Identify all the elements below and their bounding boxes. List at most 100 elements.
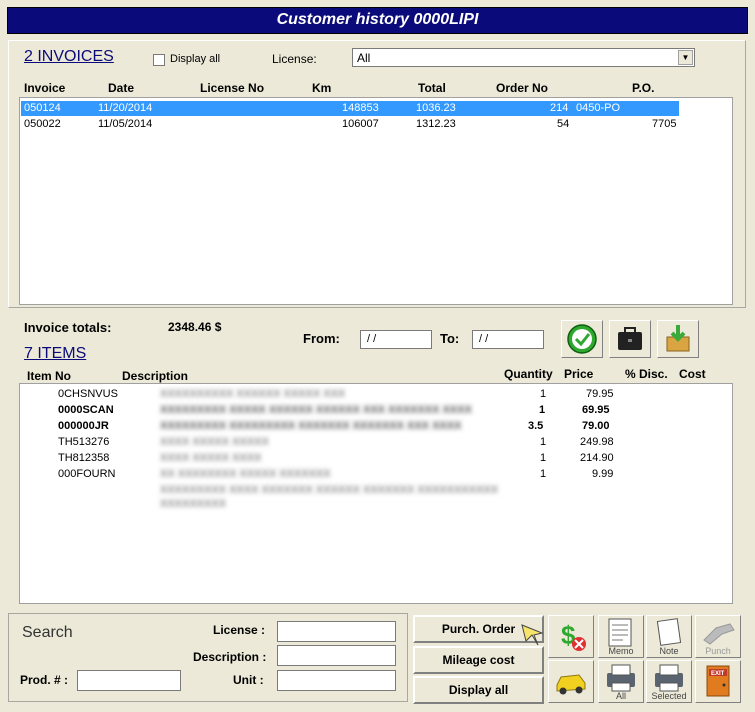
description-search-input[interactable] — [277, 645, 396, 666]
col-description[interactable]: Description — [122, 369, 188, 383]
item-row[interactable]: 0CHSNVUS XXXXXXXXXX XXXXXX XXXXX XXX 1 7… — [20, 387, 720, 403]
item-price: 249.98 — [580, 436, 614, 448]
item-price: 9.99 — [592, 468, 614, 480]
invoice-po: 7705 — [652, 118, 677, 130]
selected-label: Selected — [651, 691, 687, 701]
col-item-no[interactable]: Item No — [27, 369, 71, 383]
mileage-cost-button[interactable]: Mileage cost — [413, 646, 544, 674]
chevron-down-icon[interactable]: ▼ — [678, 50, 693, 65]
from-label: From: — [303, 331, 340, 346]
svg-text:EXIT: EXIT — [711, 671, 725, 677]
license-label: License: — [272, 52, 317, 66]
item-number: 000FOURN — [58, 468, 116, 480]
invoice-row[interactable]: 050022 11/05/2014 106007 1312.23 54 7705 — [21, 117, 679, 132]
item-description: XXXXXXXXX XXXXX XXXXXX XXXXXX XXX XXXXXX… — [160, 404, 472, 416]
invoice-list[interactable]: 050124 11/20/2014 148853 1036.23 214 045… — [19, 97, 733, 305]
item-quantity: 3.5 — [528, 420, 544, 432]
invoice-total: 1036.23 — [416, 102, 456, 114]
prod-search-input[interactable] — [77, 670, 181, 691]
to-label: To: — [440, 331, 460, 346]
exit-button[interactable]: EXIT — [695, 660, 741, 703]
import-button[interactable] — [657, 320, 699, 358]
invoice-number: 050124 — [24, 102, 61, 114]
display-all-checkbox[interactable] — [153, 54, 165, 66]
col-discount[interactable]: % Disc. — [625, 367, 668, 381]
license-select[interactable]: All ▼ — [352, 48, 695, 67]
invoice-totals-label: Invoice totals: — [24, 320, 112, 335]
item-row[interactable]: 000FOURN XX XXXXXXXX XXXXX XXXXXXX 1 9.9… — [20, 467, 720, 483]
invoice-total: 1312.23 — [416, 118, 456, 130]
printer-icon — [607, 664, 635, 692]
item-price: 79.95 — [586, 388, 614, 400]
license-select-value: All — [357, 51, 371, 65]
punch-icon — [703, 623, 735, 645]
memo-icon — [608, 618, 632, 647]
print-all-button[interactable]: All — [598, 660, 644, 703]
unit-search-label: Unit : — [233, 673, 264, 687]
memo-label: Memo — [608, 646, 634, 656]
display-all-button[interactable]: Display all — [413, 676, 544, 704]
briefcase-button[interactable] — [609, 320, 651, 358]
exit-door-icon: EXIT — [706, 665, 730, 697]
note-button[interactable]: Note — [646, 615, 692, 658]
remove-money-button[interactable]: $ — [548, 615, 594, 658]
item-price: 69.95 — [582, 404, 610, 416]
item-description: XXXX XXXXX XXXXX — [160, 436, 269, 448]
all-label: All — [615, 691, 626, 701]
vehicle-button[interactable] — [548, 660, 594, 703]
invoices-title-link[interactable]: 2 INVOICES — [24, 48, 114, 66]
display-all-label: Display all — [170, 53, 221, 65]
invoice-km: 106007 — [342, 118, 379, 130]
item-quantity: 1 — [539, 404, 546, 416]
invoice-totals-value: 2348.46 $ — [168, 320, 222, 334]
invoice-number: 050022 — [24, 118, 61, 130]
item-number: TH513276 — [58, 436, 110, 448]
memo-button[interactable]: Memo — [598, 615, 644, 658]
punch-button[interactable]: Punch — [695, 615, 741, 658]
window-title: Customer history 0000LIPI — [276, 11, 479, 28]
item-description: XX XXXXXXXX XXXXX XXXXXXX — [160, 468, 331, 480]
item-row[interactable]: 000000JR XXXXXXXXX XXXXXXXXX XXXXXXX XXX… — [20, 419, 720, 435]
item-number: 000000JR — [58, 420, 109, 432]
invoice-date: 11/20/2014 — [98, 102, 153, 114]
item-description: XXXXXXXXX — [160, 498, 227, 510]
license-search-input[interactable] — [277, 621, 396, 642]
license-search-label: License : — [213, 623, 266, 637]
print-selected-button[interactable]: Selected — [646, 660, 692, 703]
note-label: Note — [659, 646, 679, 656]
note-icon — [656, 618, 682, 646]
item-number: 0CHSNVUS — [58, 388, 118, 400]
item-description: XXXXXXXXXX XXXXXX XXXXX XXX — [160, 388, 346, 400]
item-description: XXXXXXXXX XXXXXXXXX XXXXXXX XXXXXXX XXX … — [160, 420, 462, 432]
item-row[interactable]: XXXXXXXXX — [20, 497, 720, 513]
col-km[interactable]: Km — [312, 81, 331, 95]
invoice-km: 148853 — [342, 102, 379, 114]
confirm-button[interactable] — [561, 320, 603, 358]
unit-search-input[interactable] — [277, 670, 396, 691]
col-cost[interactable]: Cost — [679, 367, 706, 381]
col-po[interactable]: P.O. — [632, 81, 654, 95]
car-icon — [556, 674, 586, 695]
punch-label: Punch — [705, 646, 731, 656]
items-list[interactable]: 0CHSNVUS XXXXXXXXXX XXXXXX XXXXX XXX 1 7… — [19, 383, 733, 604]
items-title-link[interactable]: 7 ITEMS — [24, 345, 86, 363]
col-license-no[interactable]: License No — [200, 81, 264, 95]
item-row[interactable]: 0000SCAN XXXXXXXXX XXXXX XXXXXX XXXXXX X… — [20, 403, 720, 419]
description-search-label: Description : — [193, 650, 267, 664]
item-number: 0000SCAN — [58, 404, 114, 416]
item-row[interactable]: TH812358 XXXX XXXXX XXXX 1 214.90 — [20, 451, 720, 467]
from-date-input[interactable]: / / — [360, 330, 432, 349]
col-total[interactable]: Total — [418, 81, 446, 95]
invoice-row[interactable]: 050124 11/20/2014 148853 1036.23 214 045… — [21, 101, 679, 116]
to-date-input[interactable]: / / — [472, 330, 544, 349]
item-quantity: 1 — [540, 388, 547, 400]
col-price[interactable]: Price — [564, 367, 593, 381]
col-date[interactable]: Date — [108, 81, 134, 95]
item-number: TH812358 — [58, 452, 110, 464]
download-box-icon — [666, 325, 690, 352]
col-quantity[interactable]: Quantity — [504, 367, 553, 381]
item-row[interactable]: TH513276 XXXX XXXXX XXXXX 1 249.98 — [20, 435, 720, 451]
col-invoice[interactable]: Invoice — [24, 81, 65, 95]
invoice-order: 54 — [557, 118, 570, 130]
col-order-no[interactable]: Order No — [496, 81, 548, 95]
